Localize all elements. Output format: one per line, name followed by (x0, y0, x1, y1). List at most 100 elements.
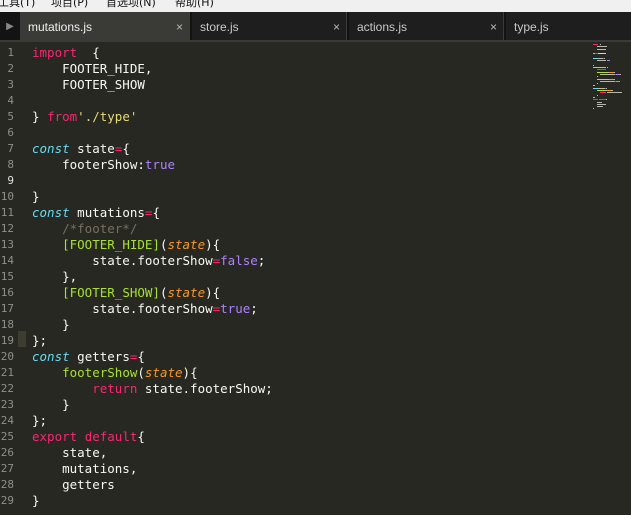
minimap-stroke (603, 57, 605, 59)
minimap[interactable] (593, 44, 627, 114)
line-number: 10 (0, 190, 14, 203)
close-icon[interactable]: × (333, 12, 340, 42)
code-token: default (84, 429, 138, 444)
code-token: }; (32, 333, 48, 348)
minimap-stroke (611, 90, 613, 91)
line-number: 3 (7, 78, 14, 91)
minimap-stroke (596, 90, 606, 91)
code-line: /*footer*/ (32, 221, 137, 237)
code-token: true (220, 301, 251, 316)
code-token: const (32, 349, 70, 364)
minimap-stroke (606, 60, 611, 62)
tab-actions-js[interactable]: actions.js × (349, 12, 504, 40)
menu-tools[interactable]: 工具(T) (0, 0, 35, 10)
code-line: return state.footerShow; (32, 381, 273, 397)
line-number: 4 (7, 94, 14, 107)
minimap-stroke (600, 92, 606, 94)
code-token: { (137, 349, 145, 364)
tab-scroll-right-icon[interactable]: ▶ (0, 12, 20, 40)
code-token: } (32, 397, 70, 412)
line-number: 6 (7, 126, 14, 139)
tab-label: type.js (514, 20, 549, 34)
minimap-stroke (607, 67, 609, 68)
menu-preferences[interactable]: 首选项(N) (106, 0, 156, 10)
code-line: mutations, (32, 461, 137, 477)
code-token: export (32, 429, 78, 444)
code-line: import { (32, 45, 100, 61)
code-token: [FOOTER_SHOW] (62, 285, 160, 300)
close-icon[interactable]: × (176, 12, 183, 42)
code-token: state (167, 237, 206, 252)
minimap-stroke (593, 108, 594, 110)
code-line: footerShow:true (32, 157, 175, 173)
menu-bar: 工具(T) 项目(P) 首选项(N) 帮助(H) (0, 0, 631, 12)
minimap-stroke (596, 60, 607, 62)
line-number: 20 (0, 350, 14, 363)
tab-type-js[interactable]: type.js (506, 12, 631, 40)
code-token: } (32, 189, 40, 204)
line-number: 28 (0, 478, 14, 491)
code-token: } (32, 317, 70, 332)
code-token: state.footerShow (32, 301, 213, 316)
line-number: 17 (0, 302, 14, 315)
code-line: }, (32, 269, 77, 285)
code-line: state, (32, 445, 107, 461)
line-number: 24 (0, 414, 14, 427)
line-number: 22 (0, 382, 14, 395)
minimap-stroke (593, 87, 598, 89)
code-token: from (47, 109, 78, 124)
code-token: { (77, 45, 100, 60)
code-token: ( (137, 365, 145, 380)
code-line: } (32, 493, 40, 509)
minimap-stroke (593, 99, 599, 101)
minimap-stroke (593, 44, 599, 45)
code-token: }, (32, 269, 78, 284)
minimap-stroke (605, 87, 607, 89)
code-token: ){ (182, 365, 198, 380)
close-icon[interactable]: × (490, 12, 497, 42)
minimap-stroke (596, 101, 602, 103)
code-line: footerShow(state){ (32, 365, 198, 381)
line-number: 16 (0, 286, 14, 299)
code-line: const getters={ (32, 349, 145, 365)
menu-project[interactable]: 项目(P) (51, 0, 88, 10)
menu-help[interactable]: 帮助(H) (175, 0, 214, 10)
code-token: FOOTER_SHOW (32, 77, 145, 92)
minimap-stroke (593, 64, 594, 66)
minimap-stroke (613, 78, 616, 80)
code-token: './type' (77, 109, 138, 124)
code-token: const (32, 141, 70, 156)
code-token: { (152, 205, 160, 220)
code-line: FOOTER_SHOW (32, 77, 145, 93)
code-token: [FOOTER_HIDE] (62, 237, 160, 252)
code-line: const state={ (32, 141, 130, 157)
minimap-stroke (596, 46, 608, 48)
code-token: ){ (205, 237, 221, 252)
minimap-stroke (593, 67, 598, 68)
minimap-stroke (596, 78, 609, 80)
minimap-stroke (596, 76, 599, 78)
code-line: FOOTER_HIDE, (32, 61, 152, 77)
code-token: } (32, 109, 48, 124)
line-number: 14 (0, 254, 14, 267)
code-line: state.footerShow=false; (32, 253, 265, 269)
code-editor[interactable]: import { FOOTER_HIDE, FOOTER_SHOW} from'… (32, 42, 592, 515)
line-number: 23 (0, 398, 14, 411)
tab-store-js[interactable]: store.js × (192, 12, 347, 40)
code-token: state (144, 365, 183, 380)
code-token: footerShow: (32, 157, 145, 172)
minimap-stroke (600, 73, 615, 75)
tab-mutations-js[interactable]: mutations.js × (20, 12, 190, 40)
minimap-stroke (596, 69, 606, 71)
code-token: ; (250, 301, 258, 316)
code-token: true (144, 157, 175, 172)
minimap-stroke (596, 94, 598, 96)
code-line: getters (32, 477, 115, 493)
line-number: 19 (0, 334, 14, 347)
line-number-gutter: 1 2 3 4 5 6 7 8 9 10 11 12 13 14 15 16 17 18 19 20 21 22 23 24 2… (0, 42, 18, 515)
line-number: 9 (7, 174, 14, 187)
code-line: }; (32, 333, 47, 349)
